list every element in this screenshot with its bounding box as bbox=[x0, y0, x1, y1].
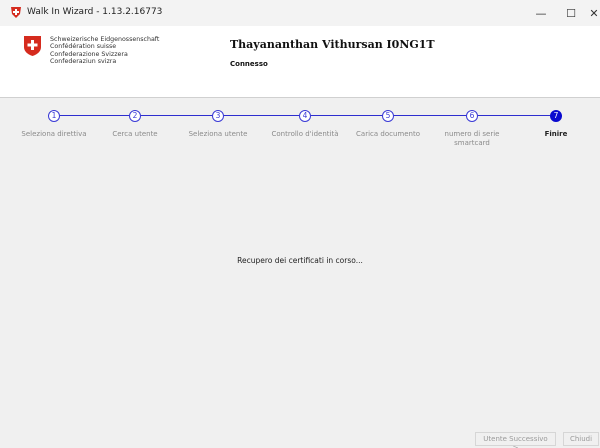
window-title: Walk In Wizard - 1.13.2.16773 bbox=[27, 7, 163, 17]
step-2-label: Cerca utente bbox=[112, 130, 158, 138]
status-message: Recupero dei certificati in corso... bbox=[237, 256, 363, 265]
step-4-circle: 4 bbox=[299, 110, 311, 122]
confederation-line: Confederaziun svizra bbox=[50, 57, 117, 65]
step-7-label: Finire bbox=[544, 130, 568, 138]
step-6-circle: 6 bbox=[466, 110, 478, 122]
maximize-icon[interactable]: ☐ bbox=[559, 4, 583, 22]
confederation-line: Confederazione Svizzera bbox=[50, 50, 128, 58]
step-4-label: Controllo d'identità bbox=[271, 130, 339, 138]
step-3-label: Seleziona utente bbox=[188, 130, 248, 138]
step-1-circle: 1 bbox=[48, 110, 60, 122]
step-connector bbox=[141, 115, 212, 116]
close-icon[interactable]: ✕ bbox=[588, 4, 600, 22]
title-bar: Walk In Wizard - 1.13.2.16773 — ☐ ✕ bbox=[0, 0, 600, 26]
connection-status: Connesso bbox=[230, 60, 268, 68]
minimize-icon[interactable]: — bbox=[529, 4, 553, 22]
step-2-circle: 2 bbox=[129, 110, 141, 122]
step-5-circle: 5 bbox=[382, 110, 394, 122]
swiss-cross-logo bbox=[24, 36, 41, 56]
confederation-text: Schweizerische Eidgenossenschaft Confédé… bbox=[50, 36, 159, 65]
step-connector bbox=[224, 115, 299, 116]
step-3-circle: 3 bbox=[212, 110, 224, 122]
step-1-label: Seleziona direttiva bbox=[21, 130, 87, 138]
step-7-circle: 7 bbox=[550, 110, 562, 122]
app-window: Walk In Wizard - 1.13.2.16773 — ☐ ✕ Schw… bbox=[0, 0, 600, 448]
user-name: Thayananthan Vithursan I0NG1T bbox=[230, 38, 435, 51]
step-6-label: numero di serie smartcard bbox=[444, 130, 500, 147]
swiss-app-icon bbox=[11, 7, 21, 18]
step-connector bbox=[394, 115, 466, 116]
header-banner: Schweizerische Eidgenossenschaft Confédé… bbox=[0, 26, 600, 98]
step-5-label: Carica documento bbox=[356, 130, 420, 138]
close-button[interactable]: Chiudi bbox=[563, 432, 599, 446]
step-connector bbox=[60, 115, 129, 116]
step-connector bbox=[311, 115, 382, 116]
confederation-line: Confédération suisse bbox=[50, 43, 117, 51]
step-connector bbox=[478, 115, 550, 116]
next-user-button[interactable]: Utente Successivo > bbox=[475, 432, 556, 448]
